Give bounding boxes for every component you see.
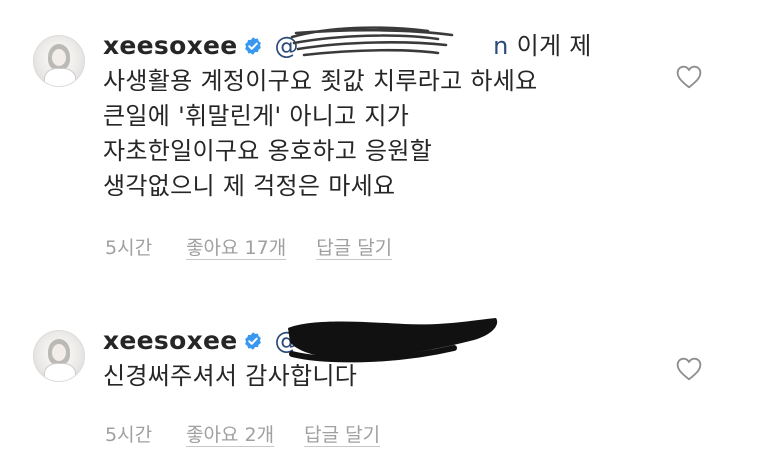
username[interactable]: xeesoxee [103, 326, 238, 355]
comment-line: 자초한일이구요 옹호하고 응원할 [103, 137, 433, 165]
comment-meta: 5시간 좋아요 2개 답글 달기 [105, 420, 410, 447]
comment-line: 생각없으니 제 걱정은 마세요 [103, 172, 396, 200]
verified-badge-icon [244, 332, 261, 350]
verified-badge-icon [244, 37, 261, 55]
timestamp: 5시간 [105, 424, 153, 446]
comment-line: 이게 제 [516, 32, 592, 60]
heart-outline-icon[interactable] [676, 357, 702, 381]
reply-button[interactable]: 답글 달기 [304, 424, 380, 446]
comment: xeesoxee @dxxxxxxxxxxx_ln 이게 제 사생활용 계정이구… [0, 20, 781, 270]
comment: xeesoxee @xxxxxxxxxx 신경써주셔서 감사합니다 5시간 좋아요… [0, 315, 781, 455]
comment-text: xeesoxee @dxxxxxxxxxxx_ln 이게 제 사생활용 계정이구… [103, 26, 673, 204]
avatar[interactable] [33, 35, 85, 87]
likes-count-link[interactable]: 좋아요 2개 [186, 424, 274, 446]
comment-line: 신경써주셔서 감사합니다 [103, 362, 358, 390]
comment-line: 사생활용 계정이구요 죗값 치루라고 하세요 [103, 67, 538, 95]
avatar[interactable] [33, 330, 85, 382]
mention-link[interactable]: @dxxxxxxxxxxx_ln [274, 26, 508, 64]
heart-outline-icon[interactable] [676, 65, 702, 89]
comment-text: xeesoxee @xxxxxxxxxx 신경써주셔서 감사합니다 [103, 318, 673, 394]
mention-link[interactable]: @xxxxxxxxxx [274, 318, 498, 363]
likes-count-link[interactable]: 좋아요 17개 [186, 237, 286, 259]
username[interactable]: xeesoxee [103, 31, 238, 60]
comment-line: 큰일에 '휘말린게' 아니고 지가 [103, 102, 410, 130]
timestamp: 5시간 [105, 237, 153, 259]
reply-button[interactable]: 답글 달기 [316, 237, 392, 259]
comment-meta: 5시간 좋아요 17개 답글 달기 [105, 233, 422, 260]
